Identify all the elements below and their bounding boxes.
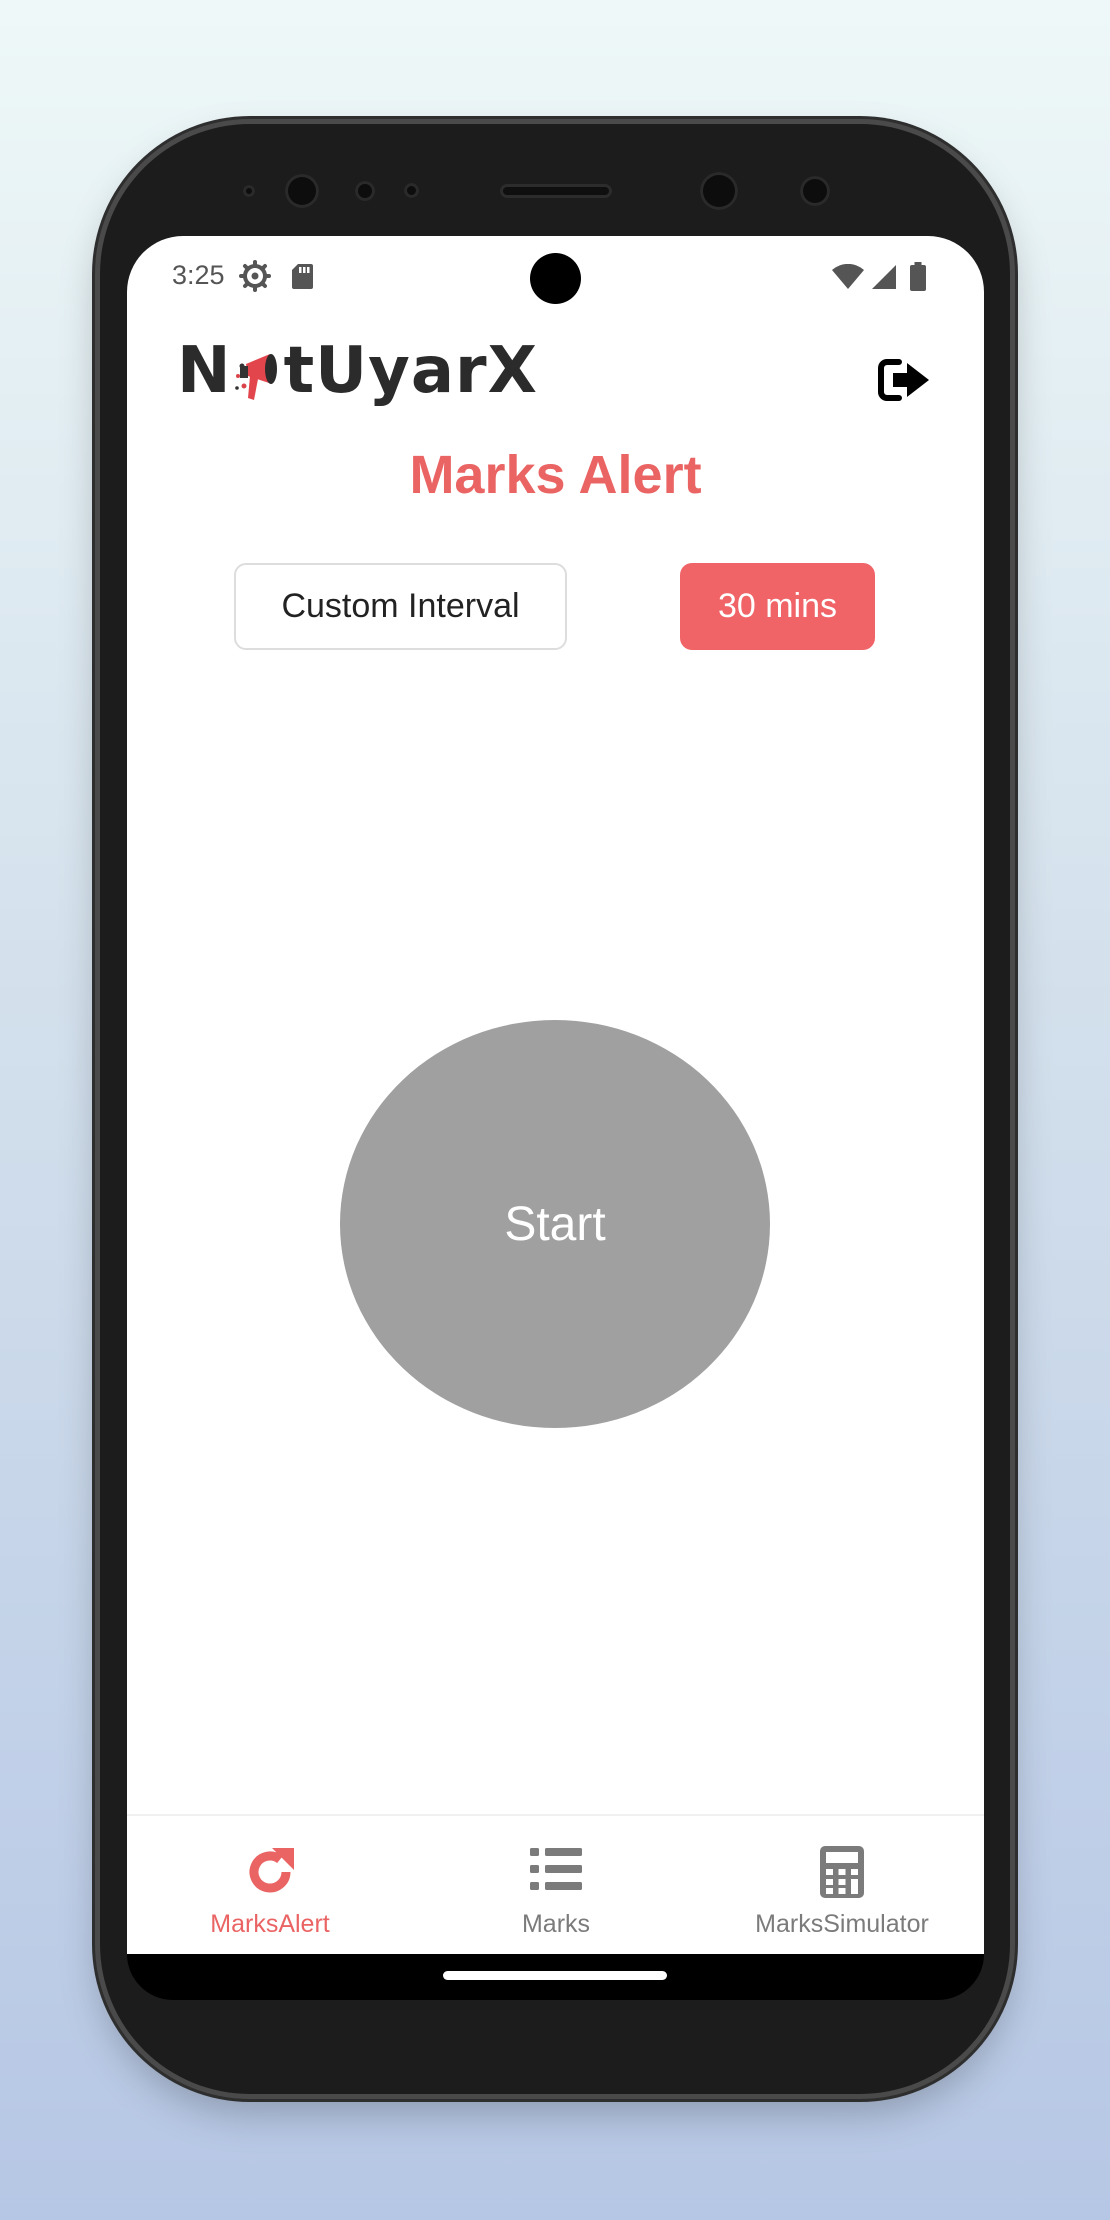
- custom-interval-button[interactable]: Custom Interval: [234, 563, 567, 650]
- page-title: Marks Alert: [409, 445, 702, 505]
- bottom-navigation: MarksAlert Marks MarksSimulator: [127, 1814, 984, 1954]
- interval-30-mins-button[interactable]: 30 mins: [680, 563, 875, 650]
- sensor-dot: [404, 183, 419, 198]
- nav-item-marks-simulator[interactable]: MarksSimulator: [699, 1816, 984, 1954]
- logo-text-start: N: [177, 334, 232, 408]
- status-time: 3:25: [172, 260, 225, 290]
- power-button[interactable]: [1009, 736, 1016, 861]
- home-indicator[interactable]: [443, 1971, 667, 1980]
- earpiece-speaker: [500, 184, 612, 198]
- nav-item-marks[interactable]: Marks: [413, 1816, 699, 1954]
- calculator-icon: [820, 1846, 864, 1898]
- nav-label: MarksSimulator: [755, 1910, 929, 1938]
- signal-icon: [872, 265, 896, 289]
- front-camera-punch-hole: [530, 253, 581, 304]
- megaphone-icon: [234, 354, 277, 400]
- start-button[interactable]: Start: [340, 1020, 770, 1428]
- logo-text-end: tUyarX: [283, 334, 538, 408]
- nav-label: MarksAlert: [210, 1910, 330, 1938]
- sensor-dot: [355, 181, 375, 201]
- app-logo: N tUyarX: [177, 331, 538, 411]
- gear-icon: [239, 260, 271, 292]
- list-icon: [530, 1848, 582, 1890]
- sd-card-icon: [292, 264, 313, 289]
- refresh-icon: [249, 1848, 294, 1893]
- battery-icon: [910, 262, 926, 291]
- front-camera: [700, 172, 738, 210]
- wifi-icon: [832, 264, 864, 289]
- app-screen: 3:25 N tUyarX Marks Alert Custom Interva…: [127, 236, 984, 1954]
- front-camera: [285, 174, 319, 208]
- status-bar: 3:25: [127, 236, 984, 316]
- nav-item-marks-alert[interactable]: MarksAlert: [127, 1816, 413, 1954]
- sensor-dot: [800, 176, 830, 206]
- sensor-dot: [243, 185, 255, 197]
- start-label: Start: [504, 1197, 606, 1251]
- logout-icon[interactable]: [877, 356, 933, 404]
- nav-label: Marks: [521, 1910, 591, 1938]
